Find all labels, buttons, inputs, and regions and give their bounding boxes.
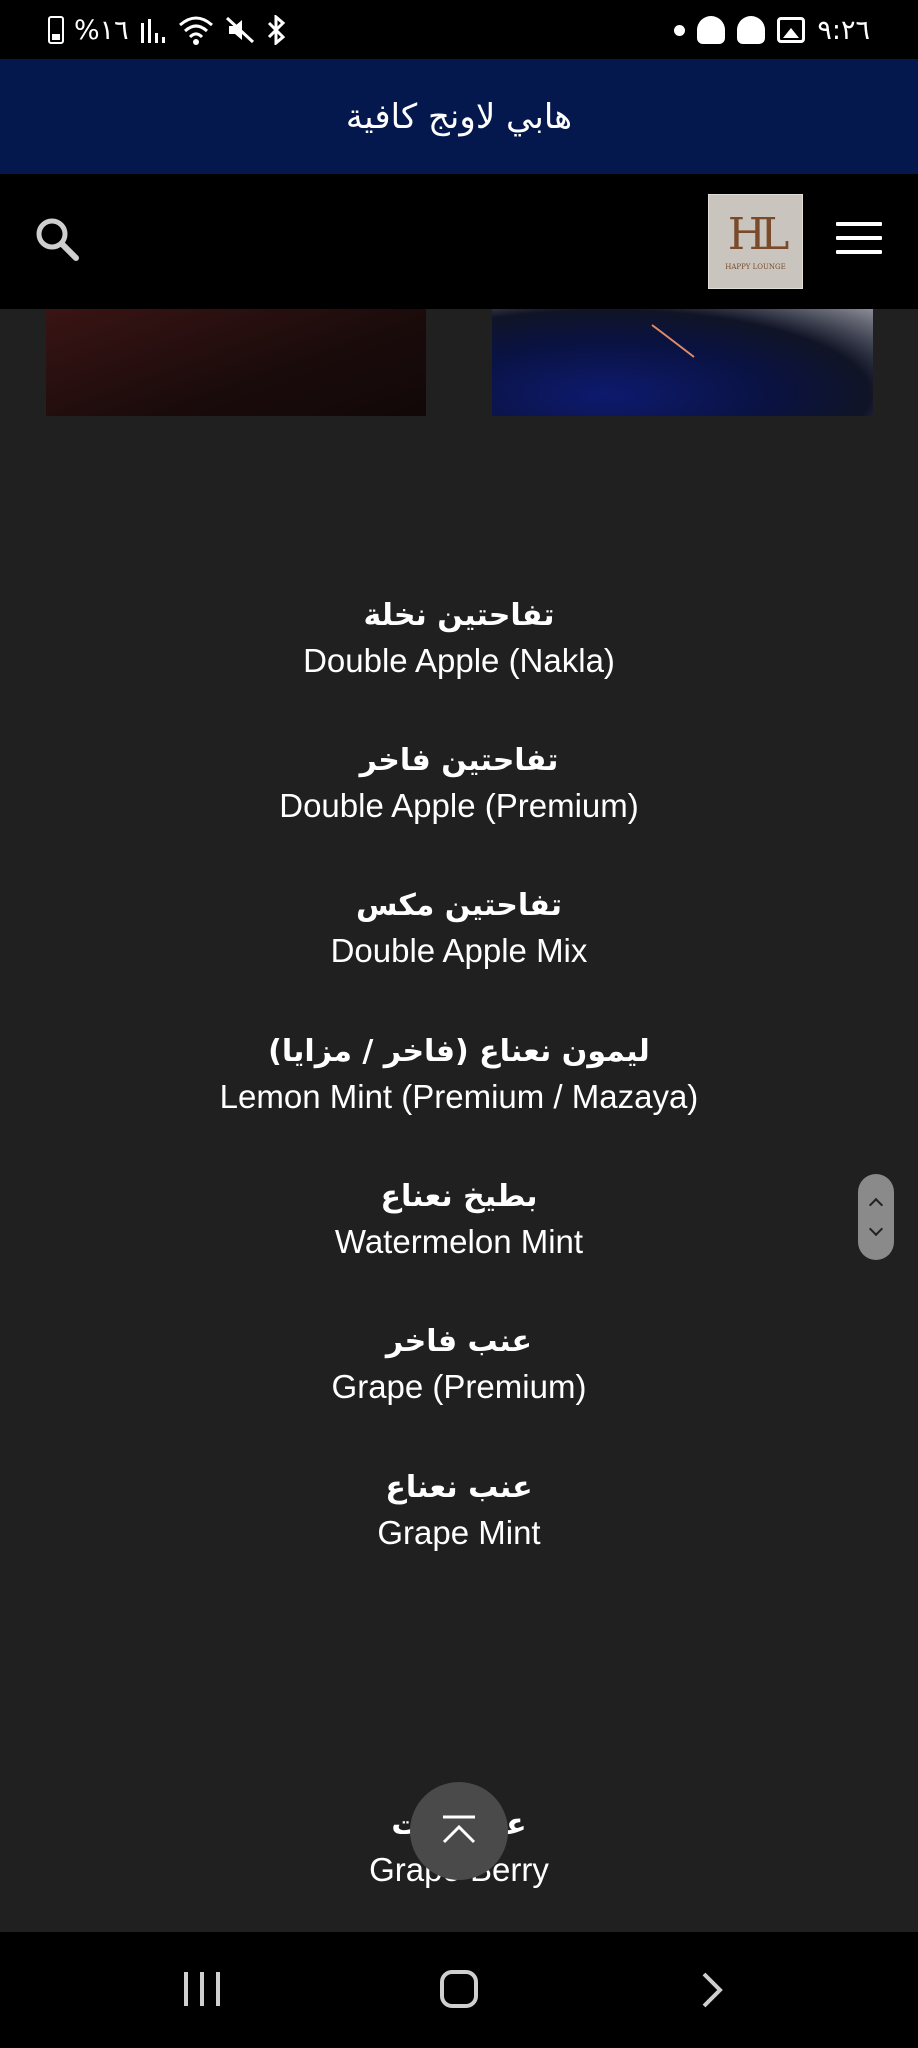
chevron-down-icon — [868, 1221, 884, 1237]
mute-icon — [225, 16, 254, 44]
list-item: ليمون نعناع (فاخر / مزايا) Lemon Mint (P… — [0, 1030, 918, 1120]
product-image-left[interactable] — [46, 309, 426, 416]
item-name-ar: عنب فاخر — [385, 1324, 533, 1359]
item-name-en: Lemon Mint (Premium / Mazaya) — [219, 1078, 699, 1115]
item-name-ar: تفاحتين مكس — [355, 888, 563, 923]
status-bar-right: ٩:٢٦ — [674, 12, 870, 48]
item-name-en: Grape (Premium) — [331, 1368, 587, 1405]
page-title: هابي لاونج كافية — [345, 96, 573, 137]
notification-dot-icon — [674, 24, 686, 36]
battery-percent: %١٦ — [74, 14, 129, 46]
item-name-ar: تفاحتين نخلة — [363, 598, 555, 633]
item-name-ar: تفاحتين فاخر — [359, 743, 559, 778]
search-button[interactable] — [32, 214, 82, 264]
item-name-ar: بطيخ نعناع — [380, 1179, 538, 1214]
site-header: HL HAPPY LOUNGE — [0, 174, 918, 309]
snapchat-icon — [697, 16, 726, 44]
arrow-up-to-top-icon — [442, 1815, 476, 1844]
hamburger-line — [836, 250, 882, 254]
item-name-en: Watermelon Mint — [334, 1223, 584, 1260]
clock: ٩:٢٦ — [817, 14, 870, 46]
logo-subtext: HAPPY LOUNGE — [725, 262, 786, 271]
back-to-top-button[interactable] — [410, 1782, 508, 1880]
scrollbar-handle[interactable] — [858, 1174, 894, 1260]
product-image-right[interactable] — [492, 309, 873, 416]
status-bar: %١٦ ٩:٢٦ — [0, 0, 918, 59]
image-detail — [651, 324, 695, 358]
item-name-en: Double Apple (Nakla) — [303, 642, 615, 679]
hamburger-line — [836, 236, 882, 240]
item-name-en: Double Apple (Premium) — [279, 787, 639, 824]
list-item: تفاحتين فاخر Double Apple (Premium) — [0, 739, 918, 829]
logo-mark: HL — [727, 208, 790, 260]
search-icon — [36, 218, 79, 261]
chevron-up-icon — [868, 1197, 884, 1213]
list-item: بطيخ نعناع Watermelon Mint — [0, 1175, 918, 1265]
signal-icon — [140, 19, 165, 43]
back-button[interactable] — [694, 1972, 730, 2008]
wifi-icon — [178, 16, 213, 45]
hamburger-line — [836, 222, 882, 226]
recent-apps-icon — [200, 1972, 204, 2006]
item-name-en: Grape Mint — [377, 1514, 541, 1551]
system-nav-bar — [0, 1932, 918, 2048]
list-item: عنب نعناع Grape Mint — [0, 1466, 918, 1556]
item-name-en: Double Apple Mix — [330, 932, 588, 969]
menu-button[interactable] — [836, 222, 882, 256]
gallery-icon — [777, 17, 806, 43]
home-button[interactable] — [440, 1970, 478, 2008]
list-item: عنب فاخر Grape (Premium) — [0, 1320, 918, 1410]
bluetooth-icon — [267, 15, 285, 45]
recent-apps-icon — [216, 1972, 220, 2006]
item-name-ar: ليمون نعناع (فاخر / مزايا) — [268, 1034, 650, 1069]
item-name-ar: عنب نعناع — [385, 1470, 533, 1505]
title-banner: هابي لاونج كافية — [0, 59, 918, 174]
recent-apps-button[interactable] — [184, 1972, 220, 2006]
site-logo[interactable]: HL HAPPY LOUNGE — [708, 194, 803, 289]
snapchat-icon-2 — [737, 16, 766, 44]
list-item: تفاحتين مكس Double Apple Mix — [0, 884, 918, 974]
battery-icon — [48, 16, 64, 44]
recent-apps-icon — [184, 1972, 188, 2006]
list-item: تفاحتين نخلة Double Apple (Nakla) — [0, 594, 918, 684]
status-bar-left: %١٦ — [48, 12, 287, 48]
